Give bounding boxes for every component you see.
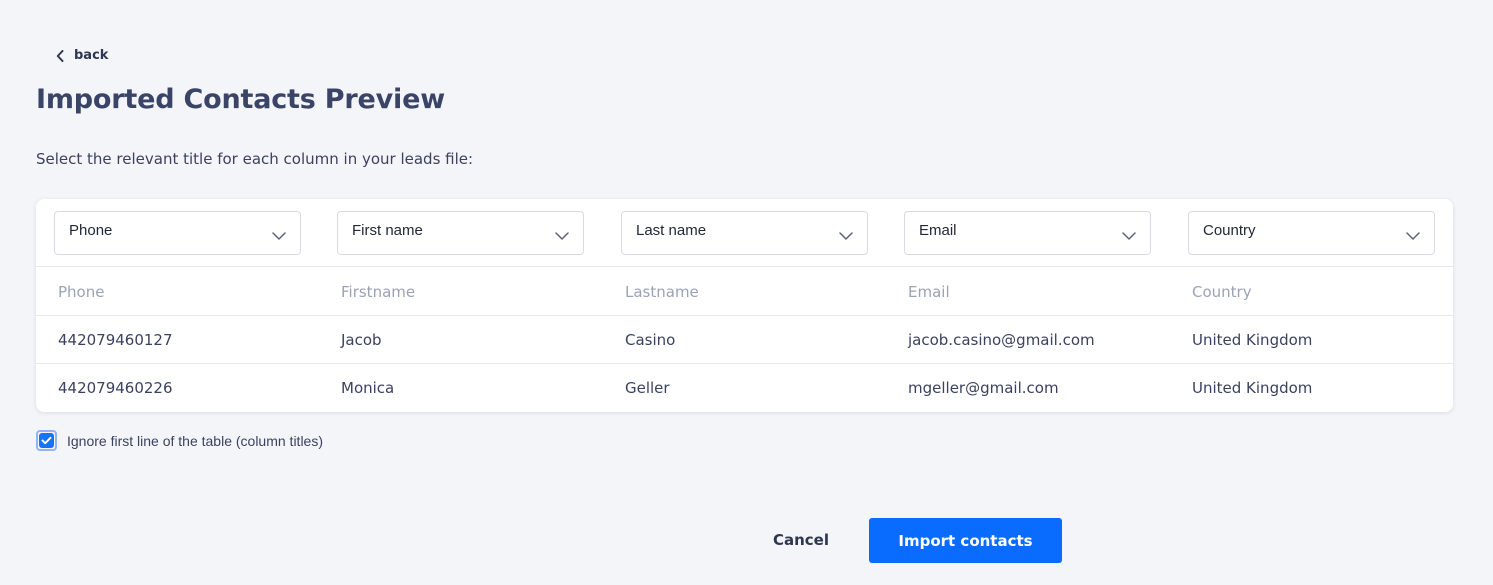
back-link[interactable]: back: [56, 48, 108, 63]
cell-firstname: Jacob: [341, 331, 382, 349]
column-header-lastname: Lastname: [625, 283, 699, 301]
contacts-preview-table: Phone First name Last name Email Country…: [36, 199, 1453, 412]
chevron-down-icon: [1406, 227, 1420, 244]
column-header-country: Country: [1192, 283, 1252, 301]
column-select-country[interactable]: Country: [1188, 211, 1435, 255]
cell-email: mgeller@gmail.com: [908, 379, 1059, 397]
column-select-value: First name: [352, 222, 423, 239]
import-preview-page: back Imported Contacts Preview Select th…: [0, 0, 1493, 585]
column-select-value: Email: [919, 222, 957, 239]
instructions-text: Select the relevant title for each colum…: [36, 150, 474, 168]
table-row: 442079460127 Jacob Casino jacob.casino@g…: [36, 316, 1453, 364]
column-header-firstname: Firstname: [341, 283, 416, 301]
cell-country: United Kingdom: [1192, 331, 1313, 349]
cell-firstname: Monica: [341, 379, 395, 397]
page-title: Imported Contacts Preview: [36, 84, 445, 115]
chevron-left-icon: [56, 49, 64, 62]
column-header-email: Email: [908, 283, 950, 301]
column-select-email[interactable]: Email: [904, 211, 1151, 255]
column-select-phone[interactable]: Phone: [54, 211, 301, 255]
back-label: back: [74, 48, 109, 63]
import-contacts-button[interactable]: Import contacts: [869, 518, 1062, 563]
ignore-first-line-option[interactable]: Ignore first line of the table (column t…: [36, 430, 323, 451]
ignore-first-line-label: Ignore first line of the table (column t…: [67, 432, 324, 449]
chevron-down-icon: [272, 227, 286, 244]
cell-phone: 442079460226: [58, 379, 173, 397]
column-select-value: Last name: [636, 222, 707, 239]
chevron-down-icon: [555, 227, 569, 244]
column-select-value: Phone: [69, 222, 113, 239]
chevron-down-icon: [1122, 227, 1136, 244]
cell-lastname: Geller: [625, 379, 670, 397]
ignore-first-line-checkbox[interactable]: [36, 430, 57, 451]
cell-phone: 442079460127: [58, 331, 173, 349]
cell-country: United Kingdom: [1192, 379, 1313, 397]
cell-email: jacob.casino@gmail.com: [908, 331, 1095, 349]
chevron-down-icon: [839, 227, 853, 244]
column-header-phone: Phone: [58, 283, 105, 301]
cell-lastname: Casino: [625, 331, 676, 349]
column-mapping-row: Phone First name Last name Email Country: [36, 199, 1453, 267]
column-select-value: Country: [1203, 222, 1256, 239]
table-row: 442079460226 Monica Geller mgeller@gmail…: [36, 364, 1453, 412]
column-select-last-name[interactable]: Last name: [621, 211, 868, 255]
table-header-row: Phone Firstname Lastname Email Country: [36, 268, 1453, 316]
column-select-first-name[interactable]: First name: [337, 211, 584, 255]
cancel-button[interactable]: Cancel: [760, 518, 842, 562]
checkmark-icon: [39, 433, 54, 448]
